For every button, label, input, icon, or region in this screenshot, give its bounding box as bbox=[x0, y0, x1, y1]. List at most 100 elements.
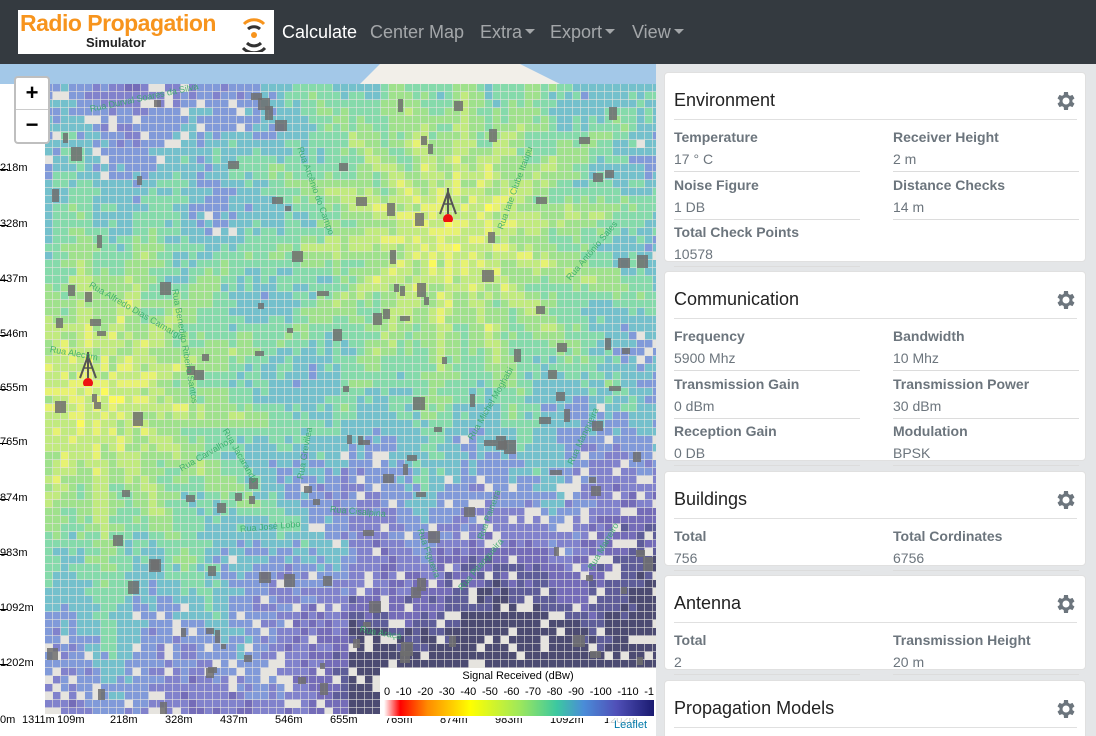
legend-tick-label: -60 bbox=[503, 686, 520, 698]
nav-export[interactable]: Export bbox=[550, 22, 616, 43]
field-transmission-power: Transmission Power 30 dBm bbox=[893, 376, 1079, 419]
hscale-tick-label: 546m bbox=[275, 714, 303, 726]
field-label: Total bbox=[674, 528, 707, 544]
field-label: Modulation bbox=[893, 423, 968, 439]
field-value: 20 m bbox=[893, 654, 1079, 675]
field-value: 14 m bbox=[893, 199, 1079, 220]
field-value: 0 dBm bbox=[674, 398, 860, 419]
field-label: Bandwidth bbox=[893, 328, 965, 344]
chevron-down-icon bbox=[605, 28, 616, 34]
legend-tick-label: -80 bbox=[546, 686, 563, 698]
field-label: Total Check Points bbox=[674, 224, 799, 240]
field-reception-gain: Reception Gain 0 DB bbox=[674, 423, 860, 466]
signal-heatmap bbox=[45, 84, 656, 716]
antenna-card: Antenna Total 2 Transmission Height 20 m bbox=[664, 575, 1086, 675]
field-value: 1 DB bbox=[674, 199, 860, 220]
legend-tick-label: -90 bbox=[568, 686, 585, 698]
field-value: 2 bbox=[674, 654, 860, 675]
field-label: Transmission Height bbox=[893, 632, 1031, 648]
vscale-tick-label: 437m bbox=[0, 273, 28, 285]
field-modulation: Modulation BPSK bbox=[893, 423, 1079, 466]
antenna-icon[interactable] bbox=[436, 186, 460, 222]
field-label: Receiver Height bbox=[893, 129, 999, 145]
zoom-in-button[interactable]: + bbox=[16, 78, 48, 110]
gear-icon[interactable] bbox=[1053, 288, 1077, 312]
gear-icon[interactable] bbox=[1053, 89, 1077, 113]
vscale-tick-mark bbox=[0, 609, 8, 610]
card-divider bbox=[674, 119, 1077, 120]
field-value: 5900 Mhz bbox=[674, 350, 860, 371]
hscale-tick-label: 328m bbox=[165, 714, 193, 726]
vscale-tick-label: 218m bbox=[0, 162, 28, 174]
legend-tick-label: -50 bbox=[481, 686, 498, 698]
map-view[interactable]: Rua Durval Soares da Silva Rua Arcênio do… bbox=[0, 64, 656, 736]
propagation-models-card: Propagation Models bbox=[664, 680, 1086, 736]
vscale-tick-label: 655m bbox=[0, 382, 28, 394]
zoom-control: + − bbox=[14, 76, 50, 144]
vscale-tick-mark bbox=[0, 280, 8, 281]
gear-icon[interactable] bbox=[1053, 488, 1077, 512]
field-bandwidth: Bandwidth 10 Mhz bbox=[893, 328, 1079, 371]
field-label: Frequency bbox=[674, 328, 745, 344]
card-divider bbox=[674, 318, 1077, 319]
nav-view[interactable]: View bbox=[632, 22, 684, 43]
legend-tick-label: 0 bbox=[384, 686, 391, 698]
card-title: Environment bbox=[674, 90, 776, 110]
nav-export-label: Export bbox=[550, 22, 603, 42]
hscale-tick-label: 437m bbox=[220, 714, 248, 726]
field-total-check-points: Total Check Points 10578 bbox=[674, 224, 860, 267]
field-value: 2 m bbox=[893, 151, 1079, 172]
card-divider bbox=[674, 518, 1077, 519]
chevron-down-icon bbox=[525, 28, 536, 34]
field-transmission-height: Transmission Height 20 m bbox=[893, 632, 1079, 675]
map-attribution-link[interactable]: Leaflet bbox=[608, 716, 656, 734]
vscale-tick-mark bbox=[0, 554, 8, 555]
legend-color-bar bbox=[384, 700, 654, 716]
legend-tick-label: -70 bbox=[525, 686, 541, 698]
legend-tick-label: -40 bbox=[460, 686, 477, 698]
field-label: Transmission Power bbox=[893, 376, 1030, 392]
hscale-tick-label: 218m bbox=[110, 714, 138, 726]
vscale-tick-mark bbox=[0, 443, 8, 444]
field-value: BPSK bbox=[893, 445, 1079, 466]
nav-center-map[interactable]: Center Map bbox=[370, 22, 464, 43]
buildings-card: Buildings Total 756 Total Cordinates 675… bbox=[664, 471, 1086, 571]
card-title: Propagation Models bbox=[674, 698, 835, 718]
legend-tick-label: -10 bbox=[395, 686, 412, 698]
logo-subtitle: Simulator bbox=[86, 35, 146, 50]
nav-calculate[interactable]: Calculate bbox=[282, 22, 357, 43]
field-label: Reception Gain bbox=[674, 423, 777, 439]
vscale-tick-mark bbox=[0, 499, 8, 500]
zoom-out-button[interactable]: − bbox=[16, 110, 48, 142]
card-divider bbox=[674, 622, 1077, 623]
app-logo[interactable]: Radio Propagation Simulator bbox=[18, 10, 274, 54]
environment-card: Environment Temperature 17 ° C Receiver … bbox=[664, 72, 1086, 267]
legend-tick-label: -100 bbox=[589, 686, 612, 698]
vscale-tick-mark bbox=[0, 169, 8, 170]
field-value: 30 dBm bbox=[893, 398, 1079, 419]
vscale-tick-mark bbox=[0, 225, 8, 226]
gear-icon[interactable] bbox=[1053, 592, 1077, 616]
gear-icon[interactable] bbox=[1053, 697, 1077, 721]
field-label: Total Cordinates bbox=[893, 528, 1003, 544]
vertical-scale: 218m 328m 437m 546m 655m 765m 874m 983m 1092m 120… bbox=[0, 84, 45, 716]
chevron-down-icon bbox=[673, 28, 684, 34]
navbar: Radio Propagation Simulator Calculate Ce… bbox=[0, 0, 1096, 64]
logo-title: Radio Propagation bbox=[20, 10, 216, 36]
field-label: Noise Figure bbox=[674, 177, 759, 193]
field-value: 10 Mhz bbox=[893, 350, 1079, 371]
vscale-tick-mark bbox=[0, 664, 8, 665]
field-value: 6756 bbox=[893, 550, 1079, 571]
nav-view-label: View bbox=[632, 22, 671, 42]
communication-card: Communication Frequency 5900 Mhz Bandwid… bbox=[664, 271, 1086, 466]
field-transmission-gain: Transmission Gain 0 dBm bbox=[674, 376, 860, 419]
vscale-tick-label: 874m bbox=[0, 492, 28, 504]
vscale-tick-label: 983m bbox=[0, 547, 28, 559]
field-receiver-height: Receiver Height 2 m bbox=[893, 129, 1079, 172]
vscale-tick-label: 1092m bbox=[0, 602, 34, 614]
hscale-tick-label: 0m bbox=[0, 714, 16, 726]
vscale-tick-mark bbox=[0, 389, 8, 390]
hscale-tick-label: 1311m bbox=[22, 714, 55, 726]
hscale-tick-label: 655m bbox=[330, 714, 358, 726]
nav-extra[interactable]: Extra bbox=[480, 22, 536, 43]
